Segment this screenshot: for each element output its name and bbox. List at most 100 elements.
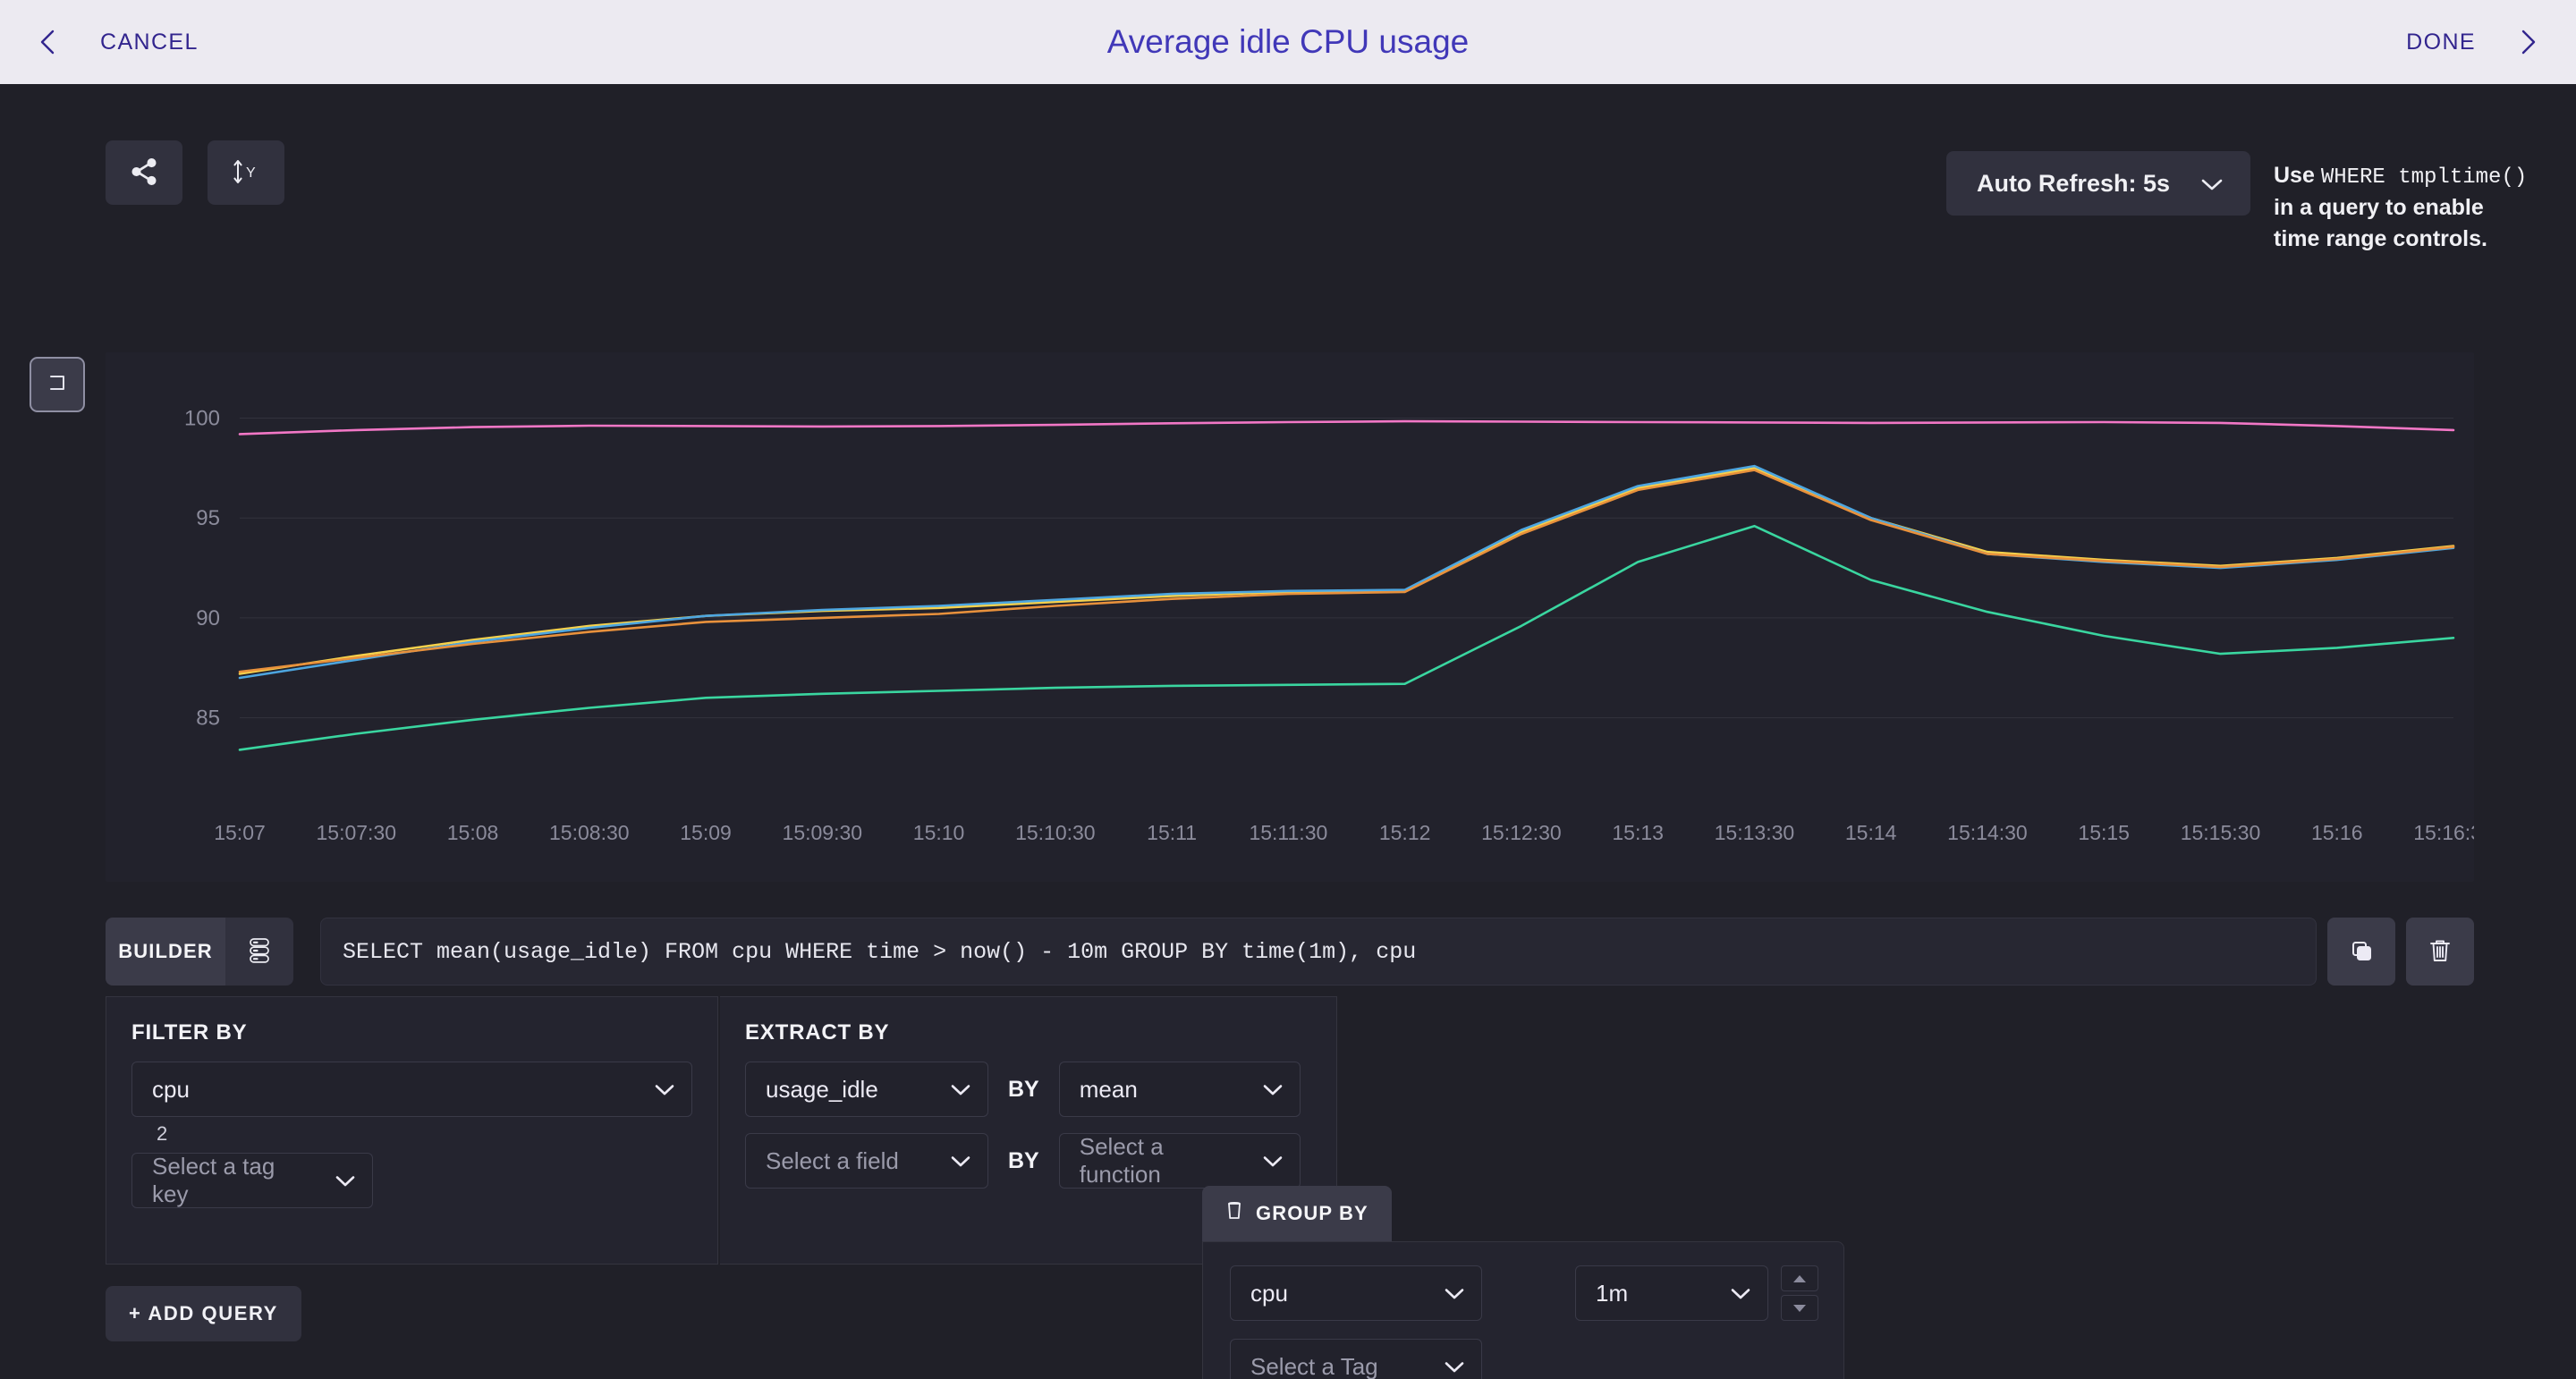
group-by-panel: cpu Select a Tag 1m [1202, 1241, 1844, 1379]
hint-code: WHERE tmpltime() [2320, 165, 2528, 190]
duplicate-icon [2347, 936, 2376, 968]
filter-measurement-select[interactable]: cpu [131, 1062, 692, 1117]
group-by-interval-value: 1m [1596, 1279, 1629, 1307]
chevron-down-icon [1730, 1287, 1751, 1300]
extract-field-placeholder: Select a field [766, 1146, 899, 1174]
hint-prefix: Use [2274, 163, 2321, 188]
delete-query-button[interactable] [2406, 918, 2474, 986]
trash-icon [2427, 936, 2453, 968]
share-button[interactable] [106, 140, 182, 205]
y-axis-range-button[interactable]: Y [208, 140, 284, 205]
extract-field-select[interactable]: usage_idle [745, 1062, 988, 1117]
group-by-interval-select[interactable]: 1m [1575, 1265, 1768, 1321]
filter-by-title: FILTER BY [131, 1020, 248, 1045]
extract-row-2: Select a field BY Select a function [745, 1133, 1311, 1189]
svg-text:95: 95 [196, 506, 220, 530]
chevron-down-icon [335, 1174, 356, 1188]
refresh-controls: Auto Refresh: 5s Use WHERE tmpltime() in… [1945, 151, 2533, 254]
add-query-button[interactable]: + ADD QUERY [106, 1286, 301, 1341]
svg-text:90: 90 [196, 606, 220, 630]
chart-toolbar: Y [106, 140, 284, 205]
filter-by-panel: FILTER BY cpu 2 Select a tag key [106, 996, 718, 1265]
time-range-hint: Use WHERE tmpltime() in a query to enabl… [2274, 151, 2533, 254]
extract-by-title: EXTRACT BY [745, 1020, 890, 1045]
svg-text:15:13: 15:13 [1612, 821, 1664, 844]
group-by-tag-placeholder: Select a Tag [1250, 1352, 1378, 1379]
chart-line-cpu4 [238, 524, 2455, 751]
filter-tag-key-select[interactable]: Select a tag key [131, 1153, 373, 1208]
chevron-down-icon [950, 1083, 971, 1096]
line-graph-icon [44, 369, 71, 401]
chevron-down-icon [2200, 170, 2224, 198]
chart-line-cpu2 [238, 464, 2455, 680]
chevron-down-icon [1262, 1083, 1284, 1096]
chart-gridlines [240, 418, 2453, 719]
group-by-extra-tag-select[interactable]: Select a Tag [1230, 1339, 1482, 1379]
svg-text:15:15:30: 15:15:30 [2181, 821, 2261, 844]
chart-y-axis-labels: 85 90 95 100 [184, 407, 220, 731]
extract-field-value: usage_idle [766, 1075, 878, 1103]
svg-text:15:09: 15:09 [680, 821, 732, 844]
extract-function-value: mean [1079, 1075, 1138, 1103]
extract-by-label-1: BY [1008, 1076, 1039, 1102]
svg-text:15:11:30: 15:11:30 [1249, 821, 1327, 844]
group-by-button[interactable]: GROUP BY [1202, 1186, 1392, 1241]
svg-text:15:16:30: 15:16:30 [2413, 821, 2474, 844]
group-by-label: GROUP BY [1256, 1202, 1368, 1224]
header-right-group: DONE [2406, 0, 2542, 84]
chevron-down-icon [1444, 1360, 1465, 1374]
caret-up-icon[interactable] [1781, 1265, 1818, 1291]
done-button[interactable]: DONE [2406, 30, 2476, 55]
filter-tag-key-placeholder: Select a tag key [152, 1153, 275, 1207]
chart-line-cpu0 [240, 466, 2453, 566]
svg-text:15:08:30: 15:08:30 [549, 821, 630, 844]
chevron-down-icon [1444, 1287, 1465, 1300]
tab-builder[interactable]: BUILDER [106, 918, 225, 986]
database-icon [246, 935, 273, 969]
y-axis-range-icon: Y [229, 157, 263, 190]
chart-series-lines [238, 419, 2455, 751]
chevron-down-icon [654, 1083, 675, 1096]
group-by-interval-stepper [1781, 1265, 1818, 1321]
svg-text:15:14:30: 15:14:30 [1947, 821, 2028, 844]
svg-text:85: 85 [196, 706, 220, 731]
duplicate-query-button[interactable] [2327, 918, 2395, 986]
svg-text:15:07:30: 15:07:30 [316, 821, 396, 844]
tab-database[interactable] [225, 918, 293, 986]
group-by-tag-value: cpu [1250, 1279, 1288, 1307]
chevron-right-icon[interactable] [2512, 27, 2542, 57]
header-left-group: CANCEL [0, 27, 199, 57]
svg-text:15:10: 15:10 [913, 821, 965, 844]
svg-text:15:12: 15:12 [1379, 821, 1431, 844]
svg-text:15:11: 15:11 [1147, 821, 1197, 844]
line-chart: 859095100 15:07 15:07:30 15:08 15:08:30 15:0… [184, 407, 2474, 844]
chevron-left-icon[interactable] [34, 27, 64, 57]
svg-text:15:09:30: 15:09:30 [783, 821, 863, 844]
group-by-tag-select[interactable]: cpu [1230, 1265, 1482, 1321]
extract-function-select[interactable]: mean [1058, 1062, 1301, 1117]
chart-line-cpu3 [238, 469, 2455, 673]
svg-text:15:16: 15:16 [2311, 821, 2363, 844]
editor-body: Y Auto Refresh: 5s Use WHERE tmpltime() … [0, 84, 2576, 1379]
auto-refresh-dropdown[interactable]: Auto Refresh: 5s [1945, 151, 2250, 216]
visualization-type-picker[interactable] [30, 357, 85, 412]
filter-measurement-value: cpu [152, 1075, 190, 1103]
chart-line-cpu-total [238, 419, 2455, 436]
cancel-button[interactable]: CANCEL [100, 30, 199, 55]
auto-refresh-label: Auto Refresh: 5s [1976, 169, 2170, 197]
group-by-row: cpu Select a Tag 1m [1230, 1265, 1818, 1379]
svg-text:Y: Y [246, 165, 256, 181]
extract-row-1: usage_idle BY mean [745, 1062, 1311, 1117]
page-header: CANCEL Average idle CPU usage DONE [0, 0, 2576, 84]
svg-text:15:14: 15:14 [1845, 821, 1897, 844]
query-input[interactable] [320, 918, 2317, 986]
svg-text:15:07: 15:07 [214, 821, 266, 844]
query-bar: BUILDER [106, 918, 2474, 986]
chart-line-cpu1 [238, 467, 2455, 675]
extract-function-select-2[interactable]: Select a function [1058, 1133, 1301, 1189]
svg-text:15:08: 15:08 [447, 821, 499, 844]
extract-field-select-2[interactable]: Select a field [745, 1133, 988, 1189]
svg-text:15:15: 15:15 [2078, 821, 2130, 844]
extract-function-placeholder: Select a function [1079, 1133, 1164, 1188]
caret-down-icon[interactable] [1781, 1295, 1818, 1321]
